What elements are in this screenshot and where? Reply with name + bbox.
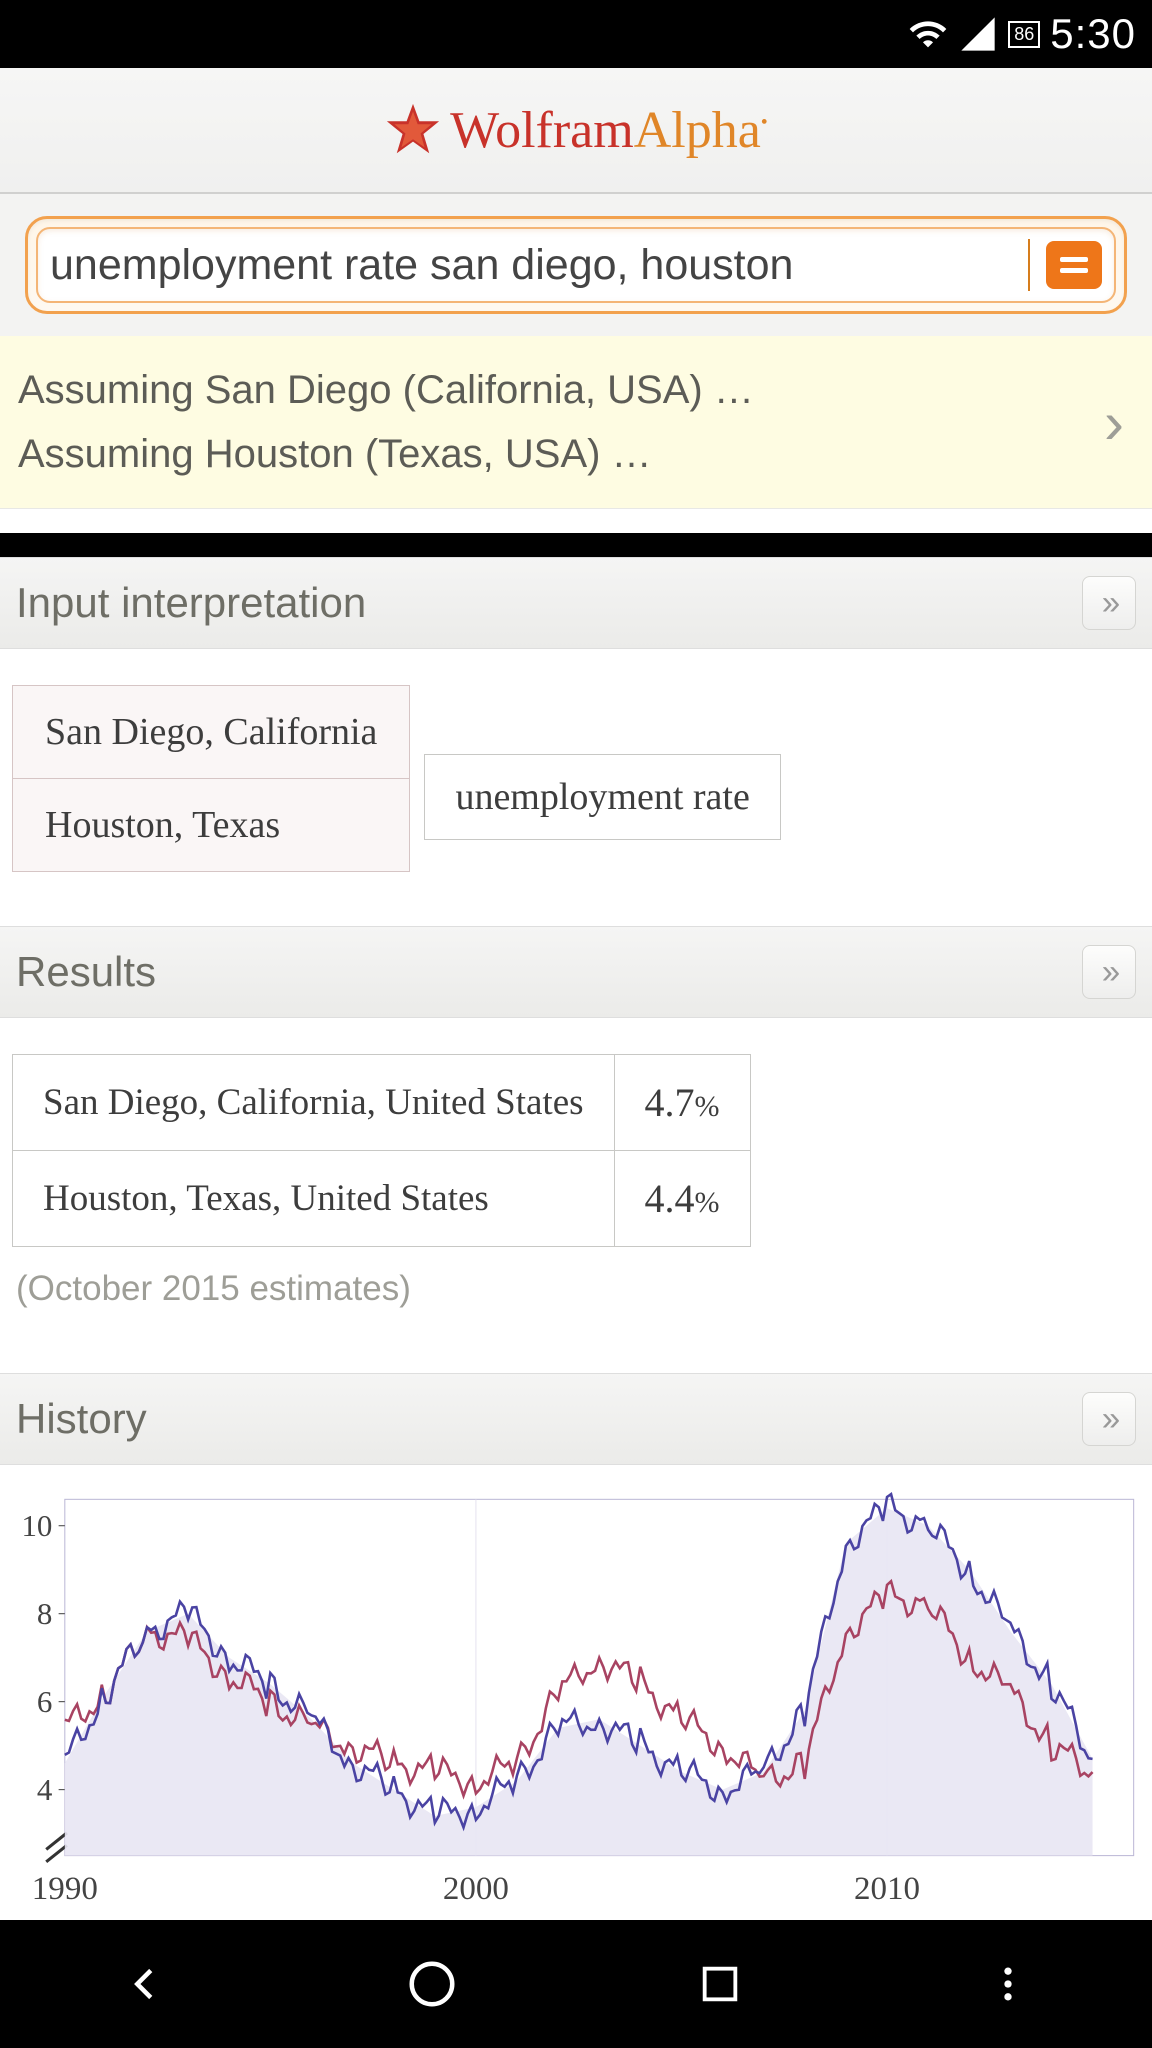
status-time: 5:30 — [1050, 10, 1136, 58]
android-status-bar: 86 5:30 — [0, 0, 1152, 68]
brand-text: WolframAlpha• — [450, 101, 768, 160]
section-header-interpretation: Input interpretation ›› — [0, 557, 1152, 649]
expand-button[interactable]: ›› — [1082, 945, 1136, 999]
assumptions-banner[interactable]: Assuming San Diego (California, USA) … A… — [0, 336, 1152, 509]
svg-text:2010: 2010 — [854, 1871, 920, 1907]
svg-text:2000: 2000 — [443, 1871, 509, 1907]
search-section — [0, 194, 1152, 336]
svg-text:8: 8 — [37, 1596, 52, 1631]
chevron-right-icon: › — [1104, 388, 1124, 457]
search-box[interactable] — [25, 216, 1127, 314]
city-cell-2: Houston, Texas — [13, 778, 409, 871]
result-value: 4.7% — [614, 1055, 750, 1151]
estimate-note: (October 2015 estimates) — [12, 1247, 1140, 1337]
battery-icon: 86 — [1008, 21, 1040, 48]
section-title: History — [16, 1395, 147, 1443]
cities-box: San Diego, California Houston, Texas — [12, 685, 410, 872]
table-row: San Diego, California, United States 4.7… — [13, 1055, 751, 1151]
expand-button[interactable]: ›› — [1082, 576, 1136, 630]
result-place: San Diego, California, United States — [13, 1055, 615, 1151]
search-input[interactable] — [50, 241, 1026, 290]
cell-signal-icon — [958, 14, 998, 54]
assumption-line-2: Assuming Houston (Texas, USA) … — [18, 422, 754, 486]
result-value: 4.4% — [614, 1151, 750, 1247]
history-chart: 4 6 8 10 1990 2000 2010 — [0, 1465, 1152, 1957]
svg-text:10: 10 — [21, 1508, 52, 1543]
result-place: Houston, Texas, United States — [13, 1151, 615, 1247]
section-header-history: History ›› — [0, 1373, 1152, 1465]
svg-text:1990: 1990 — [32, 1871, 98, 1907]
menu-button[interactable] — [978, 1954, 1038, 2014]
wolfram-logo-icon — [384, 101, 442, 159]
line-chart: 4 6 8 10 1990 2000 2010 — [8, 1489, 1144, 1912]
svg-text:6: 6 — [37, 1684, 52, 1719]
text-cursor — [1028, 239, 1030, 291]
app-header: WolframAlpha• — [0, 68, 1152, 194]
recent-apps-button[interactable] — [690, 1954, 750, 2014]
compute-button[interactable] — [1046, 241, 1102, 289]
expand-button[interactable]: ›› — [1082, 1392, 1136, 1446]
metric-box: unemployment rate — [424, 754, 780, 840]
section-title: Results — [16, 948, 156, 996]
section-title: Input interpretation — [16, 579, 366, 627]
wifi-icon — [908, 14, 948, 54]
android-nav-bar — [0, 1920, 1152, 2048]
assumption-line-1: Assuming San Diego (California, USA) … — [18, 358, 754, 422]
svg-text:4: 4 — [37, 1772, 52, 1807]
city-cell-1: San Diego, California — [13, 686, 409, 778]
table-row: Houston, Texas, United States 4.4% — [13, 1151, 751, 1247]
results-table: San Diego, California, United States 4.7… — [12, 1054, 751, 1247]
section-header-results: Results ›› — [0, 926, 1152, 1018]
back-button[interactable] — [114, 1954, 174, 2014]
home-button[interactable] — [402, 1954, 462, 2014]
